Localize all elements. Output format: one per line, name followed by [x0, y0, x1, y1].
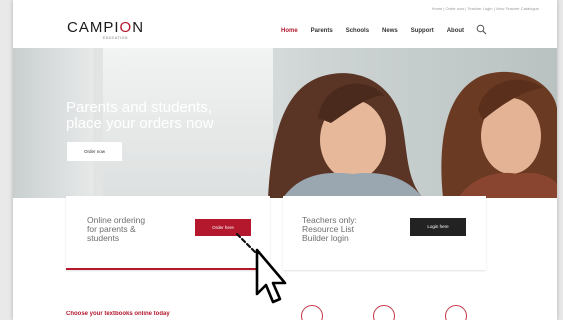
nav-news[interactable]: News	[382, 28, 398, 34]
parents-card-text: Online ordering for parents & students	[87, 215, 146, 243]
feature-circle-icon[interactable]	[301, 305, 323, 320]
logo-tagline: EDUCATION	[103, 36, 128, 40]
hand-pointer-icon	[235, 232, 287, 304]
login-here-button[interactable]: Login here	[410, 218, 466, 236]
hero-title: Parents and students, place your orders …	[66, 99, 214, 132]
feature-circle-icon[interactable]	[373, 305, 395, 320]
browser-page: Home | Order now | Teacher Login | View …	[13, 0, 557, 320]
nav-parents[interactable]: Parents	[311, 28, 333, 34]
nav-about[interactable]: About	[447, 28, 464, 34]
search-icon[interactable]	[476, 24, 487, 35]
utility-links[interactable]: Home | Order now | Teacher Login | View …	[432, 6, 539, 11]
logo-accent-letter: O	[119, 19, 133, 36]
teachers-login-card: Teachers only: Resource List Builder log…	[283, 196, 486, 270]
order-now-button[interactable]: Order now	[67, 142, 122, 161]
nav-schools[interactable]: Schools	[346, 28, 369, 34]
hero-banner: Parents and students, place your orders …	[13, 48, 557, 198]
teachers-card-text: Teachers only: Resource List Builder log…	[302, 215, 357, 243]
main-nav: Home Parents Schools News Support About	[281, 28, 477, 34]
nav-support[interactable]: Support	[411, 28, 434, 34]
feature-circle-icon[interactable]	[445, 305, 467, 320]
nav-home[interactable]: Home	[281, 28, 298, 34]
logo-wordmark: CAMPION	[67, 19, 145, 36]
campion-logo[interactable]: CAMPION EDUCATION	[67, 19, 145, 40]
